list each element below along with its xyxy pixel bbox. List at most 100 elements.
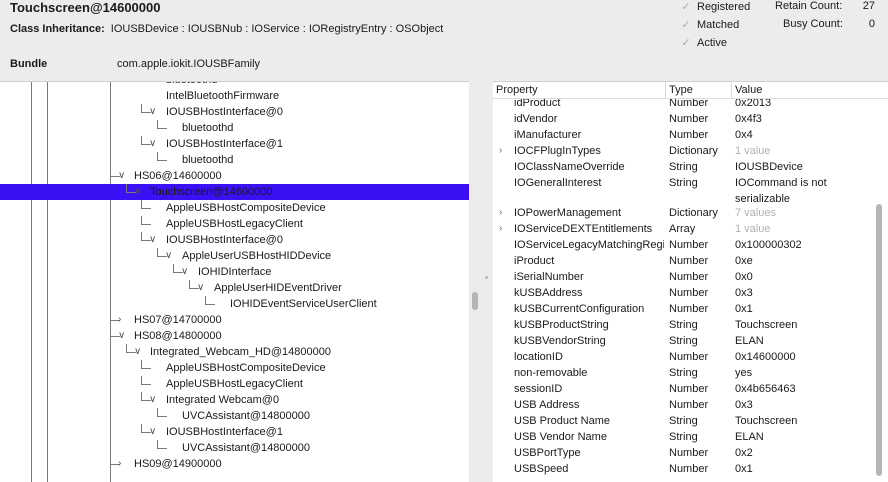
property-row[interactable]: iManufacturer Number 0x4 — [493, 127, 878, 143]
property-row[interactable]: kUSBAddress Number 0x3 — [493, 285, 878, 301]
tree-row[interactable]: UVCAssistant@14800000 — [0, 440, 469, 456]
tree-row[interactable]: bluetoothd — [0, 82, 469, 88]
tree-connector — [141, 360, 151, 369]
property-type: Dictionary — [669, 207, 718, 219]
property-row[interactable]: USB Vendor Name String ELAN — [493, 429, 878, 445]
tree-row[interactable]: AppleUSBHostLegacyClient — [0, 216, 469, 232]
tree-row[interactable]: IOHIDEventServiceUserClient — [0, 296, 469, 312]
property-name: IOCFPlugInTypes — [514, 145, 601, 157]
chevron-down-icon[interactable]: ∨ — [149, 392, 156, 408]
chevron-down-icon[interactable]: ∨ — [149, 136, 156, 152]
column-property[interactable]: Property — [493, 82, 538, 98]
chevron-right-icon[interactable]: › — [499, 143, 502, 159]
chevron-down-icon[interactable]: ∨ — [181, 264, 188, 280]
chevron-right-icon[interactable]: › — [118, 312, 121, 328]
tree-row[interactable]: › HS09@14900000 — [0, 456, 469, 472]
tree-row[interactable]: ∨ IOUSBHostInterface@1 — [0, 424, 469, 440]
property-row[interactable]: › IOCFPlugInTypes Dictionary 1 value — [493, 143, 878, 159]
property-row[interactable]: IOClassNameOverride String IOUSBDevice — [493, 159, 878, 175]
property-value: IOUSBDevice — [735, 161, 803, 173]
chevron-down-icon[interactable]: ∨ — [149, 104, 156, 120]
splitter-handle[interactable] — [485, 276, 488, 279]
chevron-down-icon[interactable]: ∨ — [134, 344, 141, 360]
chevron-down-icon[interactable]: ∨ — [118, 328, 125, 344]
property-name: IOServiceLegacyMatchingRegistryID — [514, 239, 664, 251]
tree-row[interactable]: ∨ Integrated_Webcam_HD@14800000 — [0, 344, 469, 360]
property-row[interactable]: kUSBVendorString String ELAN — [493, 333, 878, 349]
tree-row[interactable]: ∨ AppleUserUSBHostHIDDevice — [0, 248, 469, 264]
tree-row-label: Integrated_Webcam_HD@14800000 — [150, 346, 331, 358]
inheritance-value: IOUSBDevice : IOUSBNub : IOService : IOR… — [110, 23, 444, 35]
property-type: Number — [669, 399, 709, 411]
matched-checkbox[interactable]: ✓ Matched — [681, 18, 739, 31]
class-inheritance: Class Inheritance: IOUSBDevice : IOUSBNub… — [10, 23, 443, 35]
tree-row[interactable]: ∨ Touchscreen@14600000 — [0, 184, 469, 200]
property-type: Array — [669, 223, 696, 235]
active-checkbox[interactable]: ✓ Active — [681, 36, 727, 49]
tree-row[interactable]: ∨ HS06@14600000 — [0, 168, 469, 184]
tree-connector — [157, 120, 167, 129]
registered-checkbox[interactable]: ✓ Registered — [681, 0, 750, 13]
property-type: Number — [669, 129, 709, 141]
tree-row[interactable]: IntelBluetoothFirmware — [0, 88, 469, 104]
property-row[interactable]: kUSBCurrentConfiguration Number 0x1 — [493, 301, 878, 317]
property-type: Number — [669, 463, 709, 475]
tree-row[interactable]: ∨ IOUSBHostInterface@0 — [0, 104, 469, 120]
property-type: String — [669, 177, 698, 189]
tree-row[interactable]: ∨ IOHIDInterface — [0, 264, 469, 280]
chevron-right-icon[interactable]: › — [118, 456, 121, 472]
property-row[interactable]: iProduct Number 0xe — [493, 253, 878, 269]
property-row[interactable]: USBPortType Number 0x2 — [493, 445, 878, 461]
property-table[interactable]: idProduct Number 0x2013 idVendor Number 0x4f3… — [493, 81, 888, 482]
tree-row[interactable]: bluetoothd — [0, 152, 469, 168]
property-value: 0x1 — [735, 303, 753, 315]
chevron-down-icon[interactable]: ∨ — [134, 184, 141, 200]
tree-row[interactable]: AppleUSBHostLegacyClient — [0, 376, 469, 392]
property-row[interactable]: IOServiceLegacyMatchingRegistryID Number 0… — [493, 237, 878, 253]
chevron-down-icon[interactable]: ∨ — [118, 168, 125, 184]
tree-scrollbar[interactable] — [472, 292, 478, 310]
page-title: Touchscreen@14600000 — [10, 0, 161, 15]
tree-row[interactable]: ∨ IOUSBHostInterface@0 — [0, 232, 469, 248]
property-row[interactable]: sessionID Number 0x4b656463 — [493, 381, 878, 397]
tree-row[interactable]: UVCAssistant@14800000 — [0, 408, 469, 424]
property-row[interactable]: › IOPowerManagement Dictionary 7 values — [493, 205, 878, 221]
tree-row[interactable]: ∨ IOUSBHostInterface@1 — [0, 136, 469, 152]
tree-row[interactable]: › HS07@14700000 — [0, 312, 469, 328]
chevron-down-icon[interactable]: ∨ — [165, 248, 172, 264]
column-value[interactable]: Value — [731, 82, 762, 98]
property-row[interactable]: › IOServiceDEXTEntitlements Array 1 value — [493, 221, 878, 237]
property-row[interactable]: USB Address Number 0x3 — [493, 397, 878, 413]
tree-connector — [157, 440, 167, 449]
chevron-right-icon[interactable]: › — [499, 221, 502, 237]
property-row[interactable]: iSerialNumber Number 0x0 — [493, 269, 878, 285]
chevron-down-icon[interactable]: ∨ — [149, 232, 156, 248]
tree-row[interactable]: ∨ AppleUserHIDEventDriver — [0, 280, 469, 296]
tree-row[interactable]: ∨ HS08@14800000 — [0, 328, 469, 344]
busy-count: Busy Count: 0 — [783, 18, 875, 30]
property-row[interactable]: IOGeneralInterest String IOCommand is not … — [493, 175, 878, 205]
bundle-label: Bundle — [10, 58, 48, 70]
property-name: IOClassNameOverride — [514, 161, 625, 173]
property-type: String — [669, 335, 698, 347]
tree-row[interactable]: AppleUSBHostCompositeDevice — [0, 200, 469, 216]
chevron-down-icon[interactable]: ∨ — [149, 424, 156, 440]
property-row[interactable]: kUSBProductString String Touchscreen — [493, 317, 878, 333]
property-name: kUSBVendorString — [514, 335, 606, 347]
tree-row[interactable]: ∨ Integrated Webcam@0 — [0, 392, 469, 408]
property-row[interactable]: USBSpeed Number 0x1 — [493, 461, 878, 477]
property-row[interactable]: locationID Number 0x14600000 — [493, 349, 878, 365]
tree-row[interactable]: AppleUSBHostCompositeDevice — [0, 360, 469, 376]
column-type[interactable]: Type — [665, 82, 693, 98]
chevron-down-icon[interactable]: ∨ — [197, 280, 204, 296]
property-row[interactable]: non-removable String yes — [493, 365, 878, 381]
property-row[interactable]: USB Product Name String Touchscreen — [493, 413, 878, 429]
tree-row-label: IOUSBHostInterface@0 — [166, 106, 283, 118]
tree-row[interactable]: bluetoothd — [0, 120, 469, 136]
property-type: Number — [669, 351, 709, 363]
property-row[interactable]: idVendor Number 0x4f3 — [493, 111, 878, 127]
property-name: kUSBProductString — [514, 319, 609, 331]
property-scrollbar[interactable] — [876, 204, 882, 476]
chevron-right-icon[interactable]: › — [499, 205, 502, 221]
registry-tree[interactable]: bluetoothd IntelBluetoothFirmware ∨ IOUSBHo… — [0, 81, 469, 482]
